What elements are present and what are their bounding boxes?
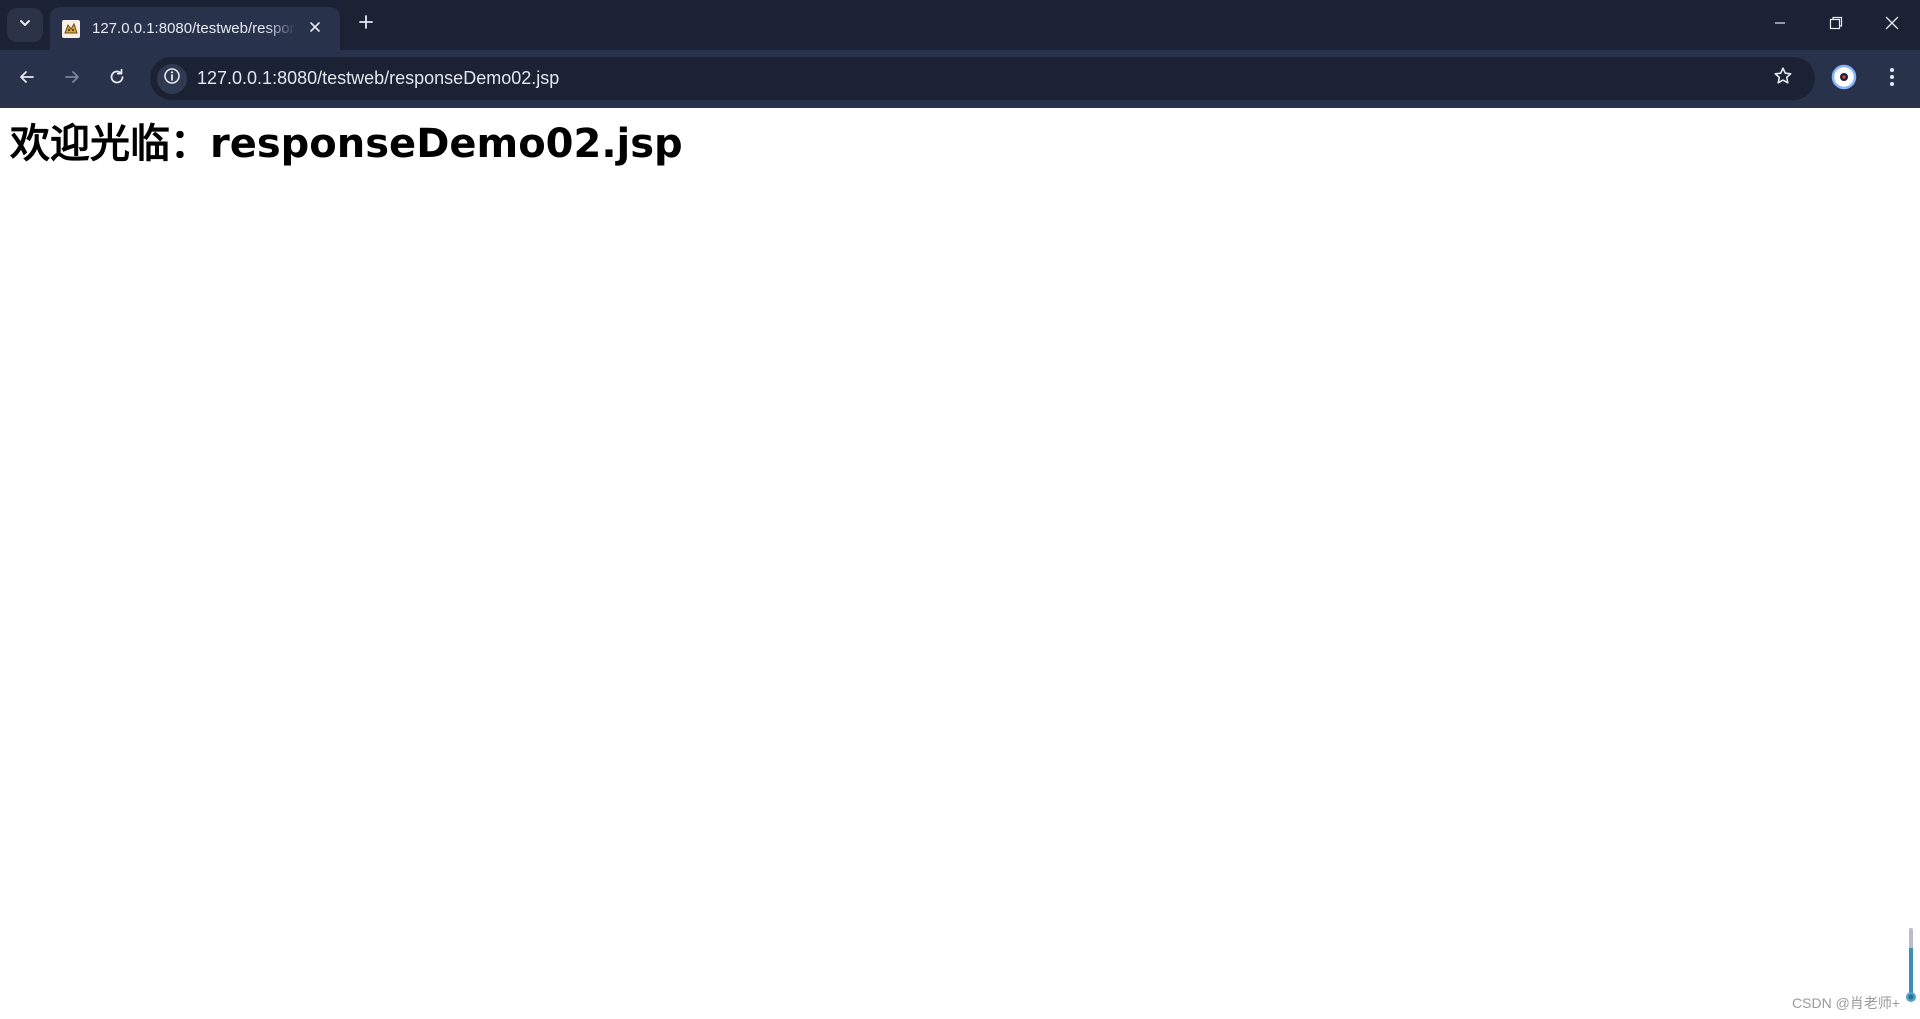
- new-tab-button[interactable]: [352, 10, 380, 38]
- restore-icon: [1829, 16, 1843, 35]
- watermark: CSDN @肖老师+: [1792, 995, 1900, 1011]
- restore-button[interactable]: [1808, 0, 1864, 50]
- reload-icon: [108, 68, 126, 91]
- arrow-left-icon: [18, 68, 36, 91]
- tab-title: 127.0.0.1:8080/testweb/responseDemo02.js…: [92, 20, 296, 37]
- tab-strip: 127.0.0.1:8080/testweb/responseDemo02.js…: [0, 0, 1920, 50]
- tab-close-button[interactable]: [304, 18, 326, 40]
- page-heading: 欢迎光临：responseDemo02.jsp: [10, 121, 683, 167]
- close-window-button[interactable]: [1864, 0, 1920, 50]
- tab-search-button[interactable]: [7, 8, 43, 42]
- address-bar[interactable]: [150, 57, 1815, 100]
- browser-toolbar: [0, 50, 1920, 108]
- url-input[interactable]: [197, 63, 1765, 94]
- minimize-icon: [1774, 16, 1786, 34]
- close-icon: [1885, 16, 1899, 35]
- active-tab[interactable]: 127.0.0.1:8080/testweb/responseDemo02.js…: [50, 7, 340, 50]
- site-info-button[interactable]: [157, 63, 187, 94]
- chevron-down-icon: [18, 16, 32, 35]
- profile-button[interactable]: [1828, 63, 1860, 95]
- page-content: 欢迎光临：responseDemo02.jsp CSDN @肖老师+: [0, 108, 1920, 1019]
- window-controls: [1752, 0, 1920, 50]
- tomcat-icon: [62, 19, 80, 38]
- back-button[interactable]: [9, 61, 45, 97]
- reload-button[interactable]: [99, 61, 135, 97]
- arrow-right-icon: [63, 68, 81, 91]
- browser-window: 127.0.0.1:8080/testweb/responseDemo02.js…: [0, 0, 1920, 1019]
- bookmark-button[interactable]: [1765, 61, 1801, 97]
- more-vertical-icon: [1889, 67, 1895, 92]
- profile-avatar-icon: [1831, 64, 1857, 95]
- plus-icon: [358, 14, 374, 35]
- browser-menu-button[interactable]: [1876, 63, 1908, 95]
- close-icon: [309, 20, 321, 38]
- forward-button[interactable]: [54, 61, 90, 97]
- minimize-button[interactable]: [1752, 0, 1808, 50]
- info-icon: [163, 67, 181, 90]
- scroll-to-top-widget[interactable]: [1906, 928, 1916, 1004]
- star-icon: [1773, 66, 1793, 91]
